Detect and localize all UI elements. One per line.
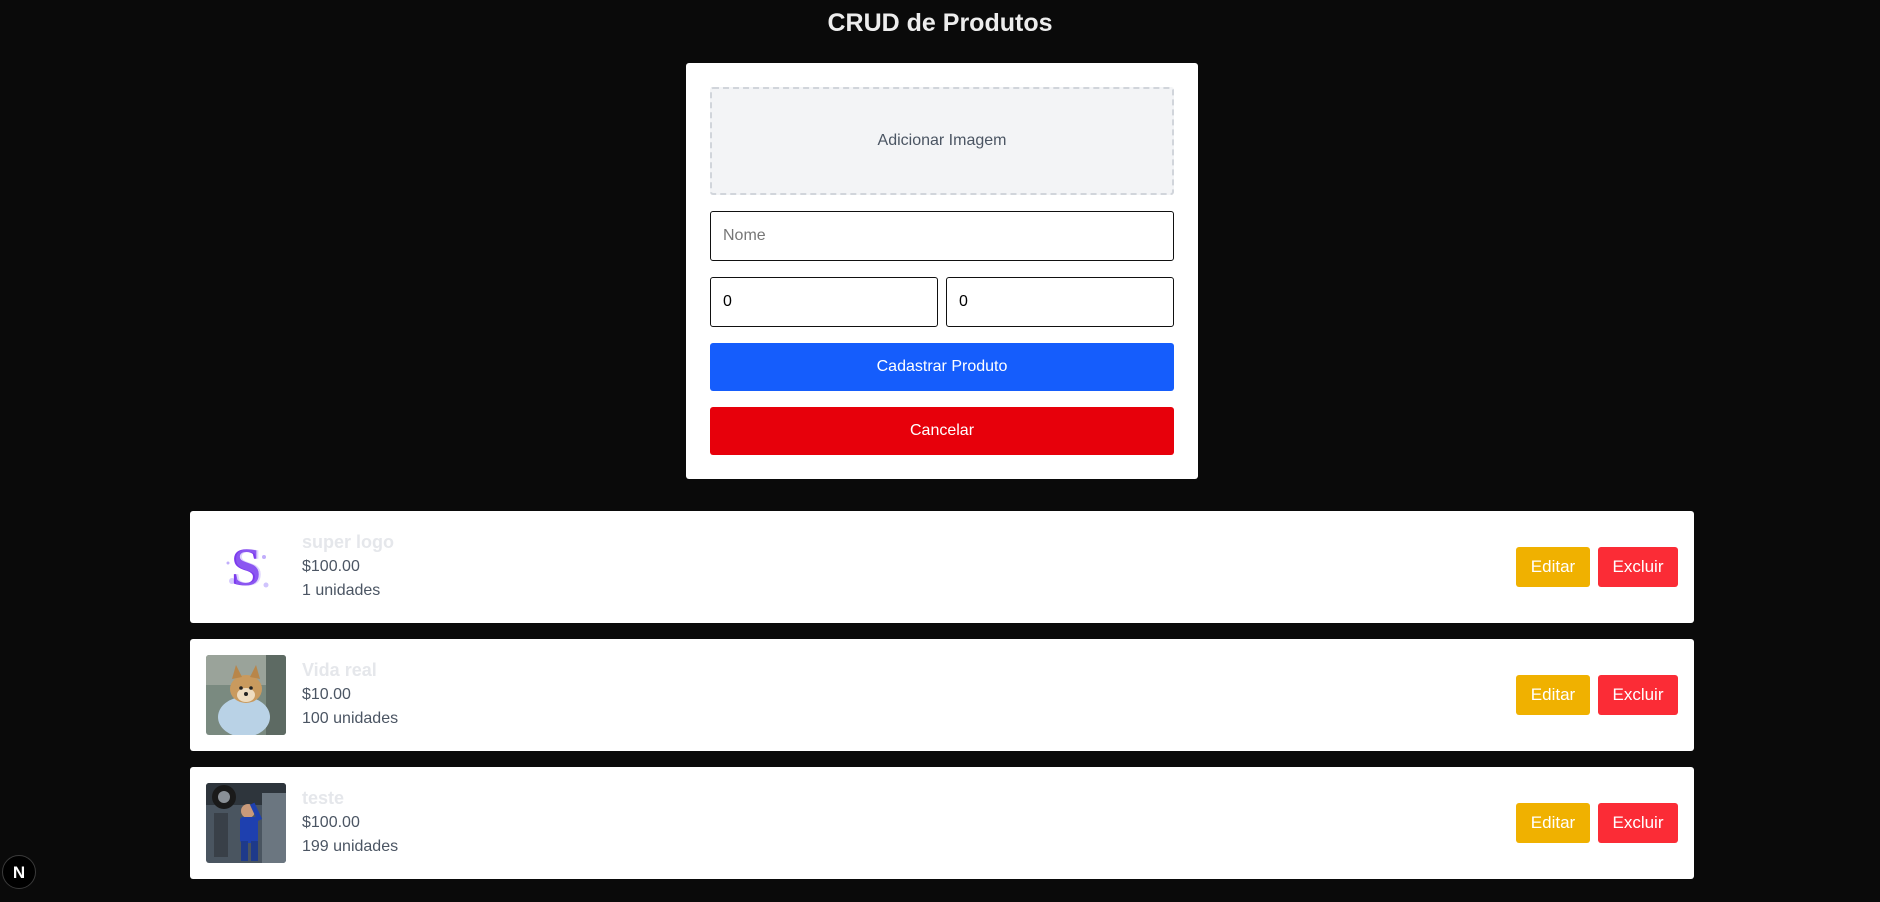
product-price: $100.00 (302, 814, 360, 831)
product-card: Vida real $10.00 100 unidades Editar Exc… (190, 639, 1694, 751)
delete-button[interactable]: Excluir (1598, 675, 1678, 715)
delete-button[interactable]: Excluir (1598, 803, 1678, 843)
product-form: Adicionar Imagem Cadastrar Produto Cance… (686, 63, 1198, 479)
submit-product-button[interactable]: Cadastrar Produto (710, 343, 1174, 391)
cancel-button[interactable]: Cancelar (710, 407, 1174, 455)
image-upload-label: Adicionar Imagem (877, 132, 1007, 149)
price-input[interactable] (710, 277, 938, 327)
product-quantity: 100 unidades (302, 710, 399, 727)
edit-button[interactable]: Editar (1516, 675, 1590, 715)
nextjs-letter: N (12, 862, 26, 882)
product-card: S S super logo $100.00 1 unidades Editar… (190, 511, 1694, 623)
product-price: $100.00 (302, 558, 360, 575)
product-quantity: 199 unidades (302, 838, 399, 855)
edit-button[interactable]: Editar (1516, 547, 1590, 587)
product-image (206, 655, 286, 735)
quantity-input[interactable] (946, 277, 1174, 327)
page: CRUD de Produtos Adicionar Imagem Cadast… (0, 0, 1880, 902)
product-name: teste (302, 788, 345, 808)
delete-button[interactable]: Excluir (1598, 547, 1678, 587)
svg-text:S: S (233, 537, 263, 597)
page-title: CRUD de Produtos (827, 9, 1053, 37)
nextjs-icon[interactable]: N (2, 855, 36, 889)
product-price: $10.00 (302, 686, 351, 703)
edit-button[interactable]: Editar (1516, 803, 1590, 843)
mechanic-photo-image (206, 783, 286, 863)
product-name: super logo (302, 532, 395, 552)
s-logo-image: S S (206, 527, 286, 607)
product-image (206, 783, 286, 863)
dog-photo-image (206, 655, 286, 735)
product-name: Vida real (302, 660, 377, 680)
name-input[interactable] (710, 211, 1174, 261)
product-quantity: 1 unidades (302, 582, 381, 599)
image-upload-area[interactable]: Adicionar Imagem (710, 87, 1174, 195)
product-image: S S (206, 527, 286, 607)
product-card: teste $100.00 199 unidades Editar Exclui… (190, 767, 1694, 879)
